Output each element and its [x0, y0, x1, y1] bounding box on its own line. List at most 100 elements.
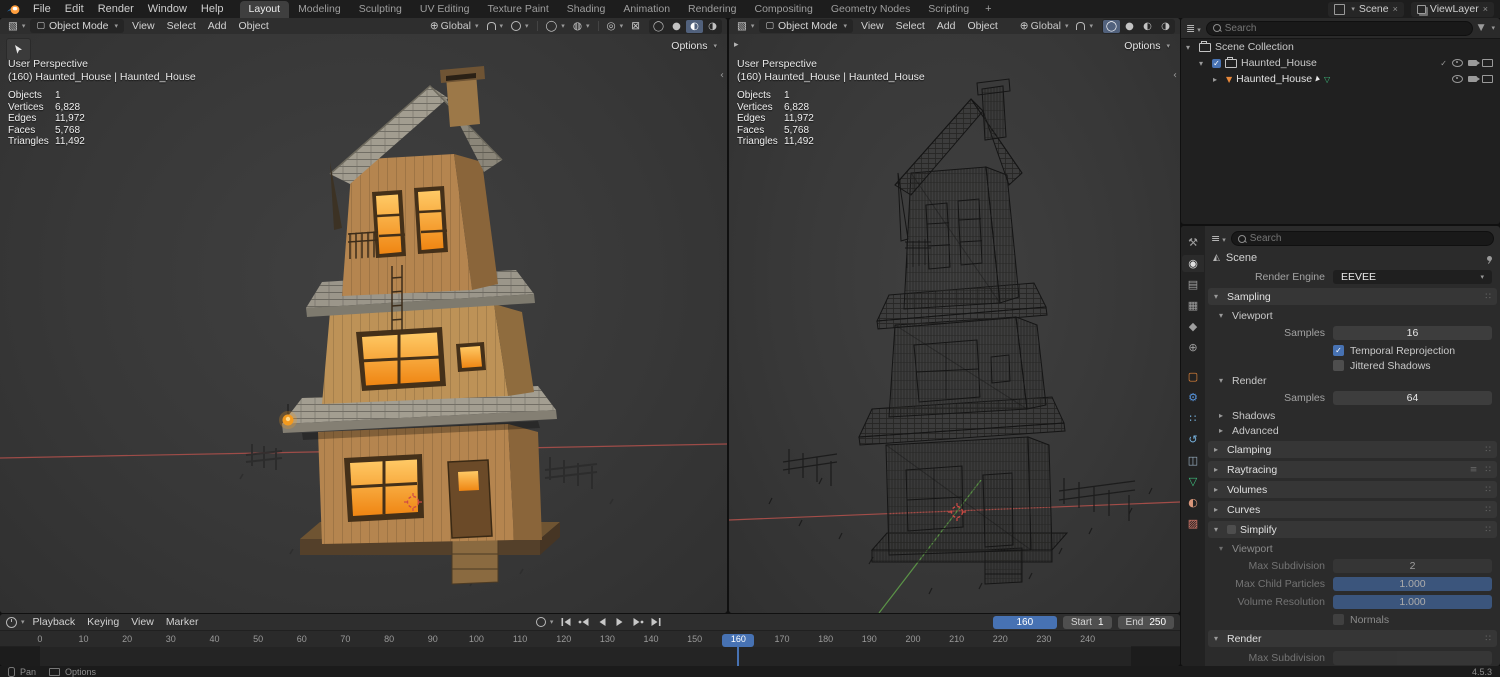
section-simplify-render[interactable]: ▾ Render ∷ [1208, 630, 1497, 647]
workspace-tab[interactable]: Modeling [289, 1, 350, 18]
viewport-options-dropdown[interactable]: Options ▾ [671, 40, 717, 52]
expand-arrow-icon[interactable]: ▾ [1199, 59, 1208, 68]
viewport-menu-item[interactable]: Add [202, 20, 233, 32]
render-check-icon[interactable]: ✓ [1440, 59, 1447, 68]
shading-material-button[interactable]: ◐ [1139, 20, 1156, 33]
shading-wireframe-button[interactable]: ◯ [1103, 19, 1120, 33]
auto-keying-toggle[interactable]: ▾ [533, 617, 557, 627]
shading-material-button[interactable]: ◐ [686, 19, 703, 33]
viewport-menu-item[interactable]: Object [961, 20, 1003, 32]
3d-scene-textured[interactable] [0, 34, 727, 613]
viewport-left-body[interactable]: Options ▾ User Perspective (160) Haunted… [0, 34, 727, 613]
volume-resolution-slider[interactable]: 1.000 [1333, 595, 1492, 609]
snap-toggle[interactable]: ▾ [1073, 22, 1096, 30]
tab-object[interactable]: ▢ [1182, 368, 1204, 385]
outliner-row-scene-collection[interactable]: ▾ Scene Collection [1181, 39, 1500, 55]
snap-toggle[interactable]: ▾ [484, 22, 507, 30]
viewport-menu-item[interactable]: Select [161, 20, 202, 32]
outliner-search-input[interactable] [1224, 22, 1466, 34]
topbar-menu-item[interactable]: File [26, 2, 58, 16]
remove-viewlayer-icon[interactable]: × [1483, 4, 1488, 14]
render-max-subdivision-field[interactable] [1333, 651, 1492, 665]
tab-world[interactable]: ⊕ [1182, 339, 1204, 356]
outliner-row-collection[interactable]: ▾ Haunted_House ✓ [1181, 55, 1500, 71]
chevron-down-icon[interactable]: ▾ [1491, 24, 1495, 32]
subsection-simplify-viewport[interactable]: ▾ Viewport [1205, 541, 1500, 556]
timeline-ruler[interactable]: 0 10 20 30 40 50 60 70 80 90 100 110 120 130 140 150 160… [0, 631, 1180, 647]
timeline-menu-item[interactable]: Marker [160, 616, 205, 628]
eye-icon[interactable] [1452, 75, 1463, 83]
workspace-tab[interactable]: Sculpting [350, 1, 411, 18]
viewport-menu-item[interactable]: Select [890, 20, 931, 32]
topbar-menu-item[interactable]: Help [194, 2, 231, 16]
shading-rendered-button[interactable]: ◑ [704, 20, 721, 33]
ruler-tick[interactable]: 170 [760, 634, 804, 644]
transform-orientation-dropdown[interactable]: ⊕ Global ▾ [1017, 20, 1072, 32]
shading-rendered-button[interactable]: ◑ [1157, 20, 1174, 33]
transform-orientation-dropdown[interactable]: ⊕ Global ▾ [427, 20, 482, 32]
ruler-tick[interactable]: 60 [280, 634, 324, 644]
workspace-tab[interactable]: Geometry Nodes [822, 1, 919, 18]
tab-view-layer[interactable]: ▦ [1182, 297, 1204, 314]
section-volumes[interactable]: ▸ Volumes ∷ [1208, 481, 1497, 498]
ruler-tick[interactable]: 200 [891, 634, 935, 644]
tab-physics[interactable]: ↺ [1182, 431, 1204, 448]
outliner-search[interactable] [1205, 20, 1473, 36]
ruler-tick[interactable]: 140 [629, 634, 673, 644]
ruler-tick[interactable]: 120 [542, 634, 586, 644]
show-overlays-toggle[interactable]: ◎ ▾ [604, 20, 627, 32]
ruler-tick[interactable]: 190 [847, 634, 891, 644]
sidebar-toggle-arrow[interactable]: ‹ [1173, 70, 1177, 81]
ruler-tick[interactable]: 80 [367, 634, 411, 644]
timeline-menu-item[interactable]: View [125, 616, 160, 628]
tab-output[interactable]: ▤ [1182, 276, 1204, 293]
properties-search-input[interactable] [1249, 233, 1487, 244]
workspace-tab[interactable]: Compositing [746, 1, 822, 18]
outliner-editor-icon[interactable]: ≣ ▾ [1186, 22, 1201, 35]
section-sampling[interactable]: ▾ Sampling ∷ [1208, 288, 1497, 305]
temporal-reprojection-checkbox[interactable] [1333, 345, 1344, 356]
monitor-icon[interactable] [1482, 75, 1493, 83]
workspace-tab[interactable]: Shading [558, 1, 615, 18]
mode-dropdown[interactable]: ▢ Object Mode ▾ [30, 19, 124, 33]
properties-editor-icon[interactable]: ≡ ▾ [1211, 232, 1226, 245]
ruler-tick[interactable]: 0 [18, 634, 62, 644]
ruler-tick[interactable]: 30 [149, 634, 193, 644]
pin-icon[interactable] [1487, 255, 1492, 261]
ruler-tick[interactable]: 180 [804, 634, 848, 644]
camera-icon[interactable] [1468, 76, 1480, 82]
expand-arrow-icon[interactable]: ▾ [1186, 43, 1195, 52]
scene-selector[interactable]: ▾ Scene × [1328, 1, 1404, 17]
blender-logo-icon[interactable] [6, 4, 21, 15]
ruler-tick[interactable]: 110 [498, 634, 542, 644]
timeline-editor-icon[interactable] [6, 616, 17, 628]
subsection-render[interactable]: ▾ Render [1205, 373, 1500, 388]
ruler-tick[interactable]: 230 [1022, 634, 1066, 644]
ruler-tick[interactable]: 150 [673, 634, 717, 644]
proportional-edit-toggle[interactable]: ▾ [508, 21, 532, 31]
section-curves[interactable]: ▸ Curves ∷ [1208, 501, 1497, 518]
workspace-tab[interactable]: Animation [614, 1, 679, 18]
tab-particles[interactable]: ∷ [1182, 410, 1204, 427]
scene-world-toggle[interactable]: ◍ ▾ [570, 20, 593, 32]
workspace-tab[interactable]: Scripting [919, 1, 978, 18]
ruler-tick[interactable]: 90 [411, 634, 455, 644]
camera-icon[interactable] [1468, 60, 1480, 66]
add-workspace-button[interactable]: + [979, 3, 997, 15]
play-reverse-button[interactable] [594, 616, 610, 629]
mode-dropdown[interactable]: ▢ Object Mode ▾ [759, 19, 853, 33]
sidebar-toggle-arrow[interactable]: ‹ [720, 70, 724, 81]
jittered-shadows-checkbox[interactable] [1333, 360, 1344, 371]
section-clamping[interactable]: ▸ Clamping ∷ [1208, 441, 1497, 458]
properties-search[interactable] [1230, 231, 1494, 246]
timeline-menu-item[interactable]: Playback [27, 616, 82, 628]
subsection-viewport[interactable]: ▾ Viewport [1205, 308, 1500, 323]
frame-end-field[interactable]: End 250 [1117, 615, 1175, 629]
timeline-track[interactable] [0, 647, 1180, 666]
tab-tool[interactable]: ⚒ [1182, 234, 1204, 251]
ruler-tick[interactable]: 220 [978, 634, 1022, 644]
current-frame-field[interactable]: 160 [992, 615, 1057, 629]
render-samples-field[interactable]: 64 [1333, 391, 1492, 405]
topbar-menu-item[interactable]: Window [141, 2, 194, 16]
section-raytracing[interactable]: ▸ Raytracing ≡ ∷ [1208, 461, 1497, 478]
